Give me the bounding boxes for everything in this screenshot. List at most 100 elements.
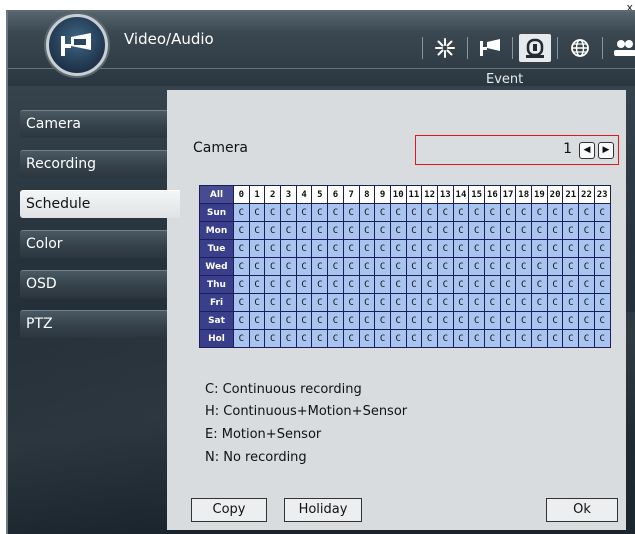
schedule-cell[interactable]: C [436,257,454,276]
schedule-cell[interactable]: C [593,329,611,348]
schedule-cell[interactable]: C [484,275,501,294]
schedule-cell[interactable]: C [531,275,548,294]
schedule-cell[interactable]: C [593,275,611,294]
hour-header-17[interactable]: 17 [499,185,517,204]
schedule-cell[interactable]: C [578,293,595,312]
hour-header-4[interactable]: 4 [295,185,313,204]
schedule-cell[interactable]: C [248,239,266,258]
schedule-cell[interactable]: C [233,311,250,330]
schedule-cell[interactable]: C [578,311,595,330]
schedule-cell[interactable]: C [389,275,407,294]
day-header-sat[interactable]: Sat [199,311,234,330]
hour-header-12[interactable]: 12 [421,185,438,204]
schedule-cell[interactable]: C [484,329,501,348]
schedule-cell[interactable]: C [562,203,580,222]
sidebar-item-camera[interactable]: Camera [20,110,172,138]
schedule-cell[interactable]: C [484,203,501,222]
schedule-cell[interactable]: C [436,275,454,294]
schedule-cell[interactable]: C [295,311,313,330]
schedule-cell[interactable]: C [468,239,485,258]
schedule-cell[interactable]: C [531,239,548,258]
schedule-cell[interactable]: C [578,257,595,276]
schedule-cell[interactable]: C [264,257,282,276]
schedule-cell[interactable]: C [436,293,454,312]
schedule-cell[interactable]: C [327,203,344,222]
schedule-cell[interactable]: C [421,311,438,330]
schedule-cell[interactable]: C [233,203,250,222]
schedule-cell[interactable]: C [342,257,360,276]
schedule-cell[interactable]: C [295,221,313,240]
next-camera-button[interactable]: ▶ [598,142,614,159]
schedule-cell[interactable]: C [280,293,297,312]
schedule-cell[interactable]: C [280,239,297,258]
schedule-cell[interactable]: C [374,293,391,312]
schedule-cell[interactable]: C [546,293,564,312]
schedule-cell[interactable]: C [327,275,344,294]
hour-header-1[interactable]: 1 [248,185,266,204]
schedule-cell[interactable]: C [484,257,501,276]
schedule-cell[interactable]: C [280,329,297,348]
schedule-cell[interactable]: C [405,239,423,258]
schedule-cell[interactable]: C [468,329,485,348]
event-icon[interactable] [519,34,551,62]
schedule-cell[interactable]: C [389,239,407,258]
hour-header-20[interactable]: 20 [546,185,564,204]
schedule-cell[interactable]: C [468,275,485,294]
schedule-cell[interactable]: C [233,239,250,258]
schedule-cell[interactable]: C [358,311,376,330]
schedule-cell[interactable]: C [358,275,376,294]
schedule-cell[interactable]: C [374,221,391,240]
day-header-sun[interactable]: Sun [199,203,234,222]
hour-header-5[interactable]: 5 [311,185,329,204]
schedule-cell[interactable]: C [484,239,501,258]
schedule-cell[interactable]: C [593,239,611,258]
copy-button[interactable]: Copy [191,498,267,522]
schedule-cell[interactable]: C [389,329,407,348]
schedule-cell[interactable]: C [515,221,533,240]
schedule-cell[interactable]: C [358,239,376,258]
settings-icon[interactable] [429,34,461,62]
schedule-cell[interactable]: C [515,257,533,276]
schedule-cell[interactable]: C [452,311,470,330]
schedule-cell[interactable]: C [358,203,376,222]
schedule-cell[interactable]: C [295,257,313,276]
schedule-cell[interactable]: C [389,257,407,276]
schedule-cell[interactable]: C [374,239,391,258]
schedule-cell[interactable]: C [546,239,564,258]
schedule-cell[interactable]: C [531,293,548,312]
schedule-cell[interactable]: C [578,239,595,258]
schedule-cell[interactable]: C [264,239,282,258]
schedule-cell[interactable]: C [515,203,533,222]
schedule-cell[interactable]: C [280,257,297,276]
schedule-cell[interactable]: C [421,203,438,222]
schedule-cell[interactable]: C [248,329,266,348]
schedule-cell[interactable]: C [233,329,250,348]
schedule-cell[interactable]: C [342,329,360,348]
schedule-cell[interactable]: C [452,221,470,240]
schedule-cell[interactable]: C [531,311,548,330]
hour-header-16[interactable]: 16 [484,185,501,204]
hour-header-7[interactable]: 7 [342,185,360,204]
schedule-cell[interactable]: C [421,257,438,276]
schedule-cell[interactable]: C [405,257,423,276]
schedule-cell[interactable]: C [515,311,533,330]
schedule-cell[interactable]: C [374,203,391,222]
schedule-cell[interactable]: C [468,257,485,276]
schedule-cell[interactable]: C [295,275,313,294]
ok-button[interactable]: Ok [546,498,618,522]
day-header-hol[interactable]: Hol [199,329,234,348]
schedule-cell[interactable]: C [233,293,250,312]
schedule-cell[interactable]: C [264,311,282,330]
schedule-cell[interactable]: C [311,239,329,258]
schedule-cell[interactable]: C [499,203,517,222]
schedule-cell[interactable]: C [295,203,313,222]
sidebar-item-ptz[interactable]: PTZ [20,310,172,338]
schedule-cell[interactable]: C [405,221,423,240]
schedule-cell[interactable]: C [531,221,548,240]
schedule-cell[interactable]: C [311,203,329,222]
schedule-cell[interactable]: C [280,221,297,240]
schedule-cell[interactable]: C [389,293,407,312]
schedule-cell[interactable]: C [421,329,438,348]
hour-header-11[interactable]: 11 [405,185,423,204]
schedule-cell[interactable]: C [295,329,313,348]
